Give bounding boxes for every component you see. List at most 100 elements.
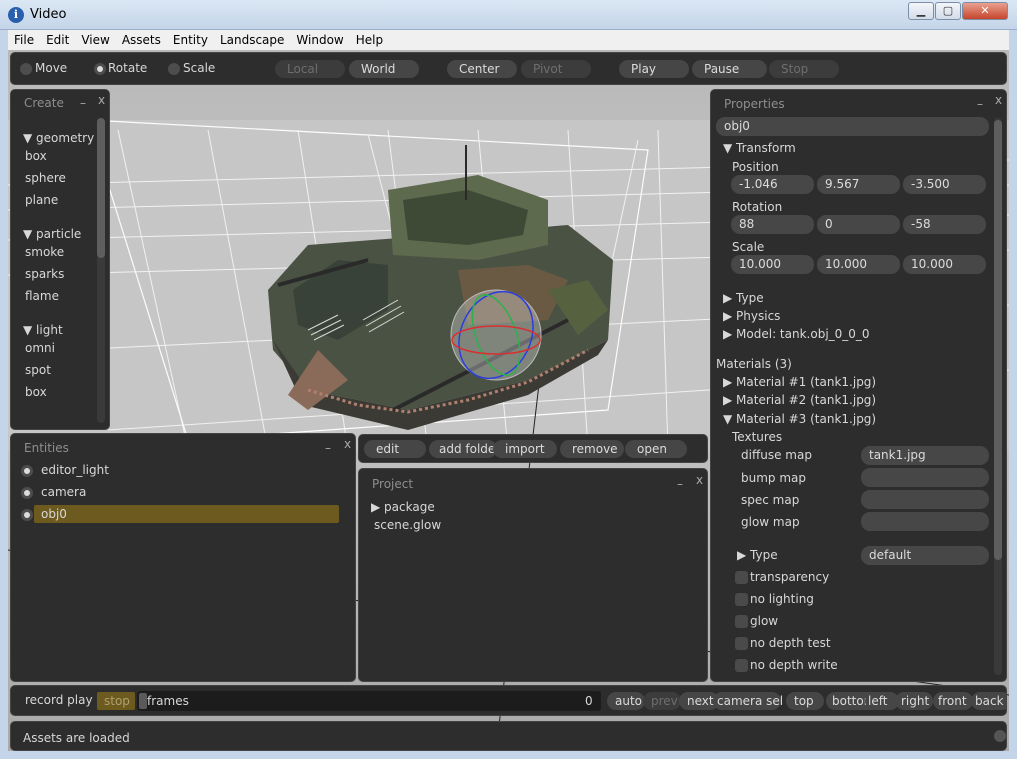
- no-depth-test-checkbox[interactable]: [735, 637, 748, 650]
- scale-x-field[interactable]: 10.000: [731, 255, 814, 274]
- scale-radio[interactable]: [168, 63, 180, 75]
- timeline-stop-button[interactable]: stop: [97, 692, 135, 710]
- transparency-checkbox[interactable]: [735, 571, 748, 584]
- properties-panel-minimize[interactable]: –: [977, 97, 983, 111]
- position-y-field[interactable]: 9.567: [817, 175, 900, 194]
- properties-scrollbar[interactable]: [994, 118, 1002, 675]
- entity-radio[interactable]: [21, 509, 33, 521]
- entity-editor-light[interactable]: editor_light: [41, 463, 109, 477]
- menu-assets[interactable]: Assets: [116, 30, 167, 50]
- create-panel-minimize[interactable]: –: [80, 96, 86, 110]
- create-scrollbar[interactable]: [97, 118, 105, 423]
- project-panel-minimize[interactable]: –: [677, 477, 683, 491]
- rotation-z-field[interactable]: -58: [903, 215, 986, 234]
- pivot-button[interactable]: Pivot: [521, 60, 591, 78]
- front-view-button[interactable]: front: [933, 692, 973, 710]
- world-button[interactable]: World: [349, 60, 419, 78]
- entity-radio[interactable]: [21, 465, 33, 477]
- maximize-button[interactable]: ▢: [935, 2, 961, 20]
- spec-map-field[interactable]: [861, 490, 989, 509]
- no-depth-test-label[interactable]: no depth test: [750, 636, 831, 650]
- diffuse-map-field[interactable]: tank1.jpg: [861, 446, 989, 465]
- create-scroll-thumb[interactable]: [97, 118, 105, 258]
- menu-landscape[interactable]: Landscape: [214, 30, 290, 50]
- move-label[interactable]: Move: [35, 61, 67, 75]
- back-view-button[interactable]: back: [971, 692, 1006, 710]
- create-spot[interactable]: spot: [25, 363, 51, 377]
- menu-file[interactable]: File: [8, 30, 40, 50]
- entity-obj0[interactable]: obj0: [41, 507, 67, 521]
- create-omni[interactable]: omni: [25, 341, 55, 355]
- camera-sel-button[interactable]: camera sel: [713, 692, 783, 710]
- material-type-dropdown[interactable]: default: [861, 546, 989, 565]
- bump-map-field[interactable]: [861, 468, 989, 487]
- minimize-button[interactable]: ▁: [908, 2, 934, 20]
- create-panel-close[interactable]: x: [98, 93, 105, 107]
- group-light[interactable]: ▼ light: [23, 323, 63, 337]
- left-view-button[interactable]: left: [865, 692, 899, 710]
- properties-scroll-thumb[interactable]: [994, 120, 1002, 560]
- auto-button[interactable]: auto: [607, 692, 645, 710]
- scale-y-field[interactable]: 10.000: [817, 255, 900, 274]
- project-file-scene[interactable]: scene.glow: [374, 518, 441, 532]
- frames-slider-handle[interactable]: [139, 693, 147, 709]
- type-section[interactable]: ▶ Type: [723, 291, 764, 305]
- no-depth-write-checkbox[interactable]: [735, 659, 748, 672]
- create-smoke[interactable]: smoke: [25, 245, 64, 259]
- rotation-y-field[interactable]: 0: [817, 215, 900, 234]
- import-button[interactable]: import: [493, 440, 557, 458]
- rotate-label[interactable]: Rotate: [108, 61, 147, 75]
- model-section[interactable]: ▶ Model: tank.obj_0_0_0: [723, 327, 870, 341]
- scale-z-field[interactable]: 10.000: [903, 255, 986, 274]
- entity-selected-highlight[interactable]: [34, 505, 339, 523]
- material-3[interactable]: ▼ Material #3 (tank1.jpg): [723, 412, 876, 426]
- glow-map-field[interactable]: [861, 512, 989, 531]
- transform-section[interactable]: ▼ Transform: [723, 141, 796, 155]
- physics-section[interactable]: ▶ Physics: [723, 309, 780, 323]
- entity-radio[interactable]: [21, 487, 33, 499]
- group-particle[interactable]: ▼ particle: [23, 227, 81, 241]
- entity-camera[interactable]: camera: [41, 485, 86, 499]
- create-sphere[interactable]: sphere: [25, 171, 66, 185]
- scale-label[interactable]: Scale: [183, 61, 215, 75]
- material-1[interactable]: ▶ Material #1 (tank1.jpg): [723, 375, 876, 389]
- center-button[interactable]: Center: [447, 60, 517, 78]
- create-plane[interactable]: plane: [25, 193, 58, 207]
- move-radio[interactable]: [20, 63, 32, 75]
- position-x-field[interactable]: -1.046: [731, 175, 814, 194]
- open-button[interactable]: open: [625, 440, 687, 458]
- position-z-field[interactable]: -3.500: [903, 175, 986, 194]
- group-geometry[interactable]: ▼ geometry: [23, 131, 94, 145]
- create-flame[interactable]: flame: [25, 289, 59, 303]
- material-type-section[interactable]: ▶ Type: [737, 548, 778, 562]
- transparency-label[interactable]: transparency: [750, 570, 829, 584]
- play-button[interactable]: Play: [619, 60, 689, 78]
- stop-button[interactable]: Stop: [769, 60, 839, 78]
- add-folder-button[interactable]: add folder: [429, 440, 500, 458]
- pause-button[interactable]: Pause: [692, 60, 767, 78]
- object-name-field[interactable]: obj0: [716, 117, 989, 136]
- create-box[interactable]: box: [25, 149, 47, 163]
- top-view-button[interactable]: top: [786, 692, 824, 710]
- create-sparks[interactable]: sparks: [25, 267, 64, 281]
- menu-help[interactable]: Help: [350, 30, 389, 50]
- entities-panel-minimize[interactable]: –: [325, 441, 331, 455]
- prev-button[interactable]: prev: [643, 692, 681, 710]
- rotation-x-field[interactable]: 88: [731, 215, 814, 234]
- menu-edit[interactable]: Edit: [40, 30, 75, 50]
- right-view-button[interactable]: right: [895, 692, 933, 710]
- no-lighting-label[interactable]: no lighting: [750, 592, 814, 606]
- project-panel-close[interactable]: x: [696, 473, 703, 487]
- no-lighting-checkbox[interactable]: [735, 593, 748, 606]
- material-2[interactable]: ▶ Material #2 (tank1.jpg): [723, 393, 876, 407]
- properties-panel-close[interactable]: x: [995, 93, 1002, 107]
- remove-button[interactable]: remove: [560, 440, 624, 458]
- local-button[interactable]: Local: [275, 60, 345, 78]
- frames-slider[interactable]: frames 0: [137, 691, 601, 711]
- edit-button[interactable]: edit: [364, 440, 426, 458]
- glow-label[interactable]: glow: [750, 614, 778, 628]
- create-light-box[interactable]: box: [25, 385, 47, 399]
- menu-entity[interactable]: Entity: [167, 30, 214, 50]
- no-depth-write-label[interactable]: no depth write: [750, 658, 838, 672]
- close-window-button[interactable]: ✕: [962, 2, 1008, 20]
